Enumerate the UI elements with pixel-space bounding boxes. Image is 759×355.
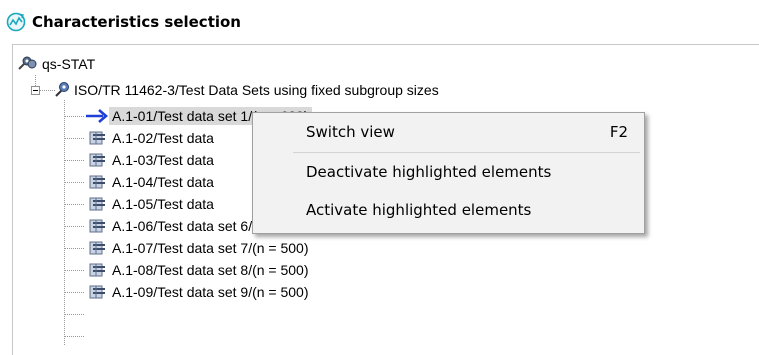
tree-group-node[interactable]: ISO/TR 11462-3/Test Data Sets using fixe… [53, 80, 442, 100]
tree-item[interactable]: A.1-05/Test data [87, 194, 217, 214]
characteristic-icon [89, 263, 105, 277]
tree-root-label: qs-STAT [42, 56, 96, 72]
tree-item[interactable]: A.1-08/Test data set 8/(n = 500) [87, 260, 312, 280]
menu-item-switch-view[interactable]: Switch view F2 [255, 117, 642, 147]
menu-separator [293, 152, 640, 153]
panel-title: Characteristics selection [32, 13, 241, 31]
characteristics-chart-icon [6, 12, 26, 32]
menu-item-shortcut: F2 [609, 123, 628, 141]
tree-item[interactable]: A.1-04/Test data [87, 172, 217, 192]
tree-item[interactable]: A.1-09/Test data set 9/(n = 500) [87, 282, 312, 302]
arrow-right-icon [86, 109, 108, 123]
qs-stat-icon [18, 56, 37, 70]
tree-item-label: A.1-09/Test data set 9/(n = 500) [112, 284, 309, 300]
tree-item[interactable]: A.1-07/Test data set 7/(n = 500) [87, 238, 312, 258]
characteristic-icon [89, 241, 105, 255]
tree-item[interactable]: A.1-03/Test data [87, 150, 217, 170]
characteristic-icon [89, 131, 105, 145]
tree-item-label: A.1-07/Test data set 7/(n = 500) [112, 240, 309, 256]
panel-header: Characteristics selection [6, 10, 241, 34]
tree-item-label: A.1-03/Test data [112, 152, 214, 168]
tree-item-label: A.1-04/Test data [112, 174, 214, 190]
characteristic-icon [89, 219, 105, 233]
characteristic-icon [89, 285, 105, 299]
menu-item-deactivate[interactable]: Deactivate highlighted elements [255, 157, 642, 187]
context-menu: Switch view F2 Deactivate highlighted el… [252, 112, 645, 234]
tree-root-node[interactable]: qs-STAT [17, 54, 98, 74]
tree-item[interactable]: A.1-02/Test data [87, 128, 217, 148]
collapse-toggle[interactable] [31, 86, 40, 95]
tree-item-label: A.1-02/Test data [112, 130, 214, 146]
characteristic-icon [89, 153, 105, 167]
menu-item-activate[interactable]: Activate highlighted elements [255, 195, 642, 225]
tree-item-label: A.1-08/Test data set 8/(n = 500) [112, 262, 309, 278]
menu-item-label: Switch view [306, 123, 395, 141]
characteristic-icon [89, 175, 105, 189]
menu-item-label: Deactivate highlighted elements [306, 163, 552, 181]
menu-item-label: Activate highlighted elements [306, 201, 532, 219]
tree-item-label: A.1-05/Test data [112, 196, 214, 212]
folder-key-icon [55, 82, 69, 97]
tree-group-label: ISO/TR 11462-3/Test Data Sets using fixe… [74, 82, 439, 98]
characteristic-icon [89, 197, 105, 211]
